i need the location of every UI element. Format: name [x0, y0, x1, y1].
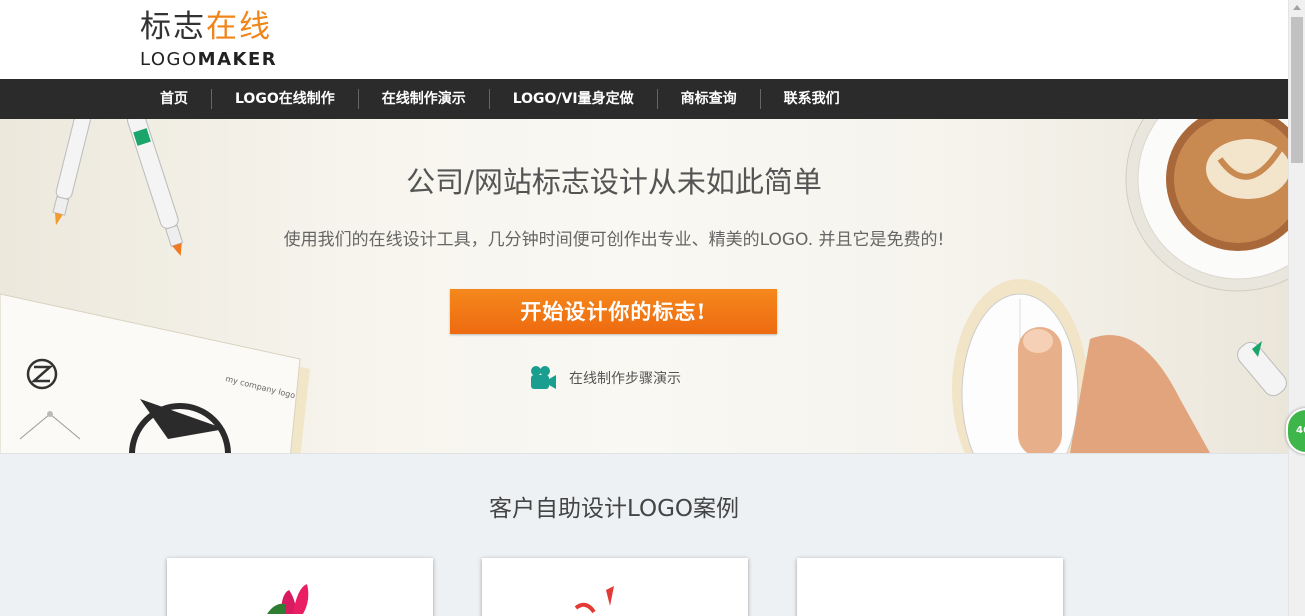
nav-item-custom-design[interactable]: LOGO/VI量身定做: [490, 79, 657, 119]
scroll-thumb[interactable]: [1291, 17, 1303, 163]
nav-item-trademark-search[interactable]: 商标查询: [658, 79, 760, 119]
logo-en-part1: LOGO: [140, 49, 198, 70]
logo-en-part2: MAKER: [197, 49, 278, 70]
nav-item-home[interactable]: 首页: [137, 79, 211, 119]
nav-item-contact[interactable]: 联系我们: [761, 79, 863, 119]
logo-chinese: 标志在线: [140, 8, 277, 46]
hero-subtitle: 使用我们的在线设计工具，几分钟时间便可创作出专业、精美的LOGO. 并且它是免费…: [283, 230, 945, 250]
sketch-paper-illustration: my company logo: [0, 293, 310, 453]
logo-cn-part2: 在线: [206, 9, 272, 45]
logo-cn-part1: 标志: [140, 9, 206, 45]
nav-item-logo-maker[interactable]: LOGO在线制作: [212, 79, 358, 119]
mouse-hand-illustration: [952, 279, 1287, 453]
red-shape-logo-icon: [574, 586, 614, 614]
hero-banner: my company logo 公司/网站标志设计从未如此简单 使用我们的在线设…: [0, 119, 1288, 453]
scroll-up-arrow-icon[interactable]: [1293, 5, 1301, 10]
site-logo[interactable]: 标志在线 LOGOMAKER: [140, 8, 277, 71]
site-header: 标志在线 LOGOMAKER: [0, 0, 1288, 79]
rose-logo-icon: [267, 584, 309, 614]
demo-link-label: 在线制作步骤演示: [569, 371, 681, 387]
page-scrollbar[interactable]: [1288, 0, 1305, 616]
cases-section: 客户自助设计LOGO案例: [0, 453, 1288, 616]
case-card[interactable]: [797, 558, 1063, 616]
cases-title: 客户自助设计LOGO案例: [488, 496, 740, 522]
coffee-cup-illustration: [1125, 119, 1288, 292]
logo-english: LOGOMAKER: [140, 49, 277, 71]
nav-item-demo[interactable]: 在线制作演示: [359, 79, 489, 119]
case-card[interactable]: [482, 558, 748, 616]
video-camera-icon: [531, 366, 556, 389]
hero-title: 公司/网站标志设计从未如此简单: [406, 165, 822, 199]
demo-link[interactable]: 在线制作步骤演示: [529, 365, 681, 391]
case-card[interactable]: [167, 558, 433, 616]
main-nav: 首页 LOGO在线制作 在线制作演示 LOGO/VI量身定做 商标查询 联系我们: [0, 79, 1288, 119]
start-design-button[interactable]: 开始设计你的标志!: [450, 289, 777, 334]
